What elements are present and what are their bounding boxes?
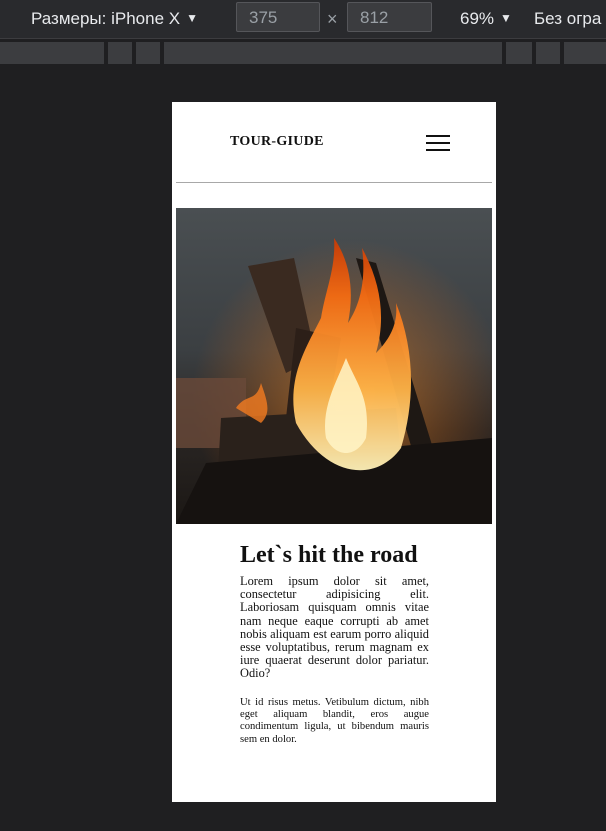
media-query-segment[interactable] [136,42,160,64]
media-query-segment[interactable] [0,42,104,64]
chevron-down-icon: ▼ [500,11,512,25]
height-input[interactable]: 812 [347,2,432,32]
hamburger-menu-icon[interactable] [426,135,450,151]
header-divider [176,182,492,183]
device-selector[interactable]: Размеры: iPhone X ▼ [31,0,198,38]
article-paragraph: Lorem ipsum dolor sit amet, consectetur … [240,574,429,681]
times-sign: × [327,9,338,29]
throttle-label: Без огра [534,9,602,28]
article-paragraph: Ut id risus metus. Vetibulum dictum, nib… [240,696,429,745]
media-query-segment[interactable] [506,42,532,64]
zoom-value: 69% [460,9,495,28]
chevron-down-icon: ▼ [186,11,198,25]
throttle-selector[interactable]: Без огра [534,0,601,38]
article: Let`s hit the road Lorem ipsum dolor sit… [240,540,429,746]
media-query-segment[interactable] [536,42,560,64]
zoom-selector[interactable]: 69% ▼ [460,0,512,38]
media-query-segment[interactable] [108,42,132,64]
hero-image-campfire [176,208,492,524]
device-toolbar: Размеры: iPhone X ▼ 375 × 812 69% ▼ Без ог… [0,0,606,39]
article-headline: Let`s hit the road [240,542,418,568]
site-header: TOUR-GIUDE [172,102,496,182]
media-query-segment[interactable] [564,42,606,64]
media-query-segment[interactable] [164,42,502,64]
device-selector-label: Размеры: iPhone X [31,9,181,28]
site-logo[interactable]: TOUR-GIUDE [230,134,324,150]
device-viewport: TOUR-GIUDE Let`s hit the road Lorem ipsu… [172,102,496,802]
width-input[interactable]: 375 [236,2,320,32]
media-query-bar [0,40,606,66]
